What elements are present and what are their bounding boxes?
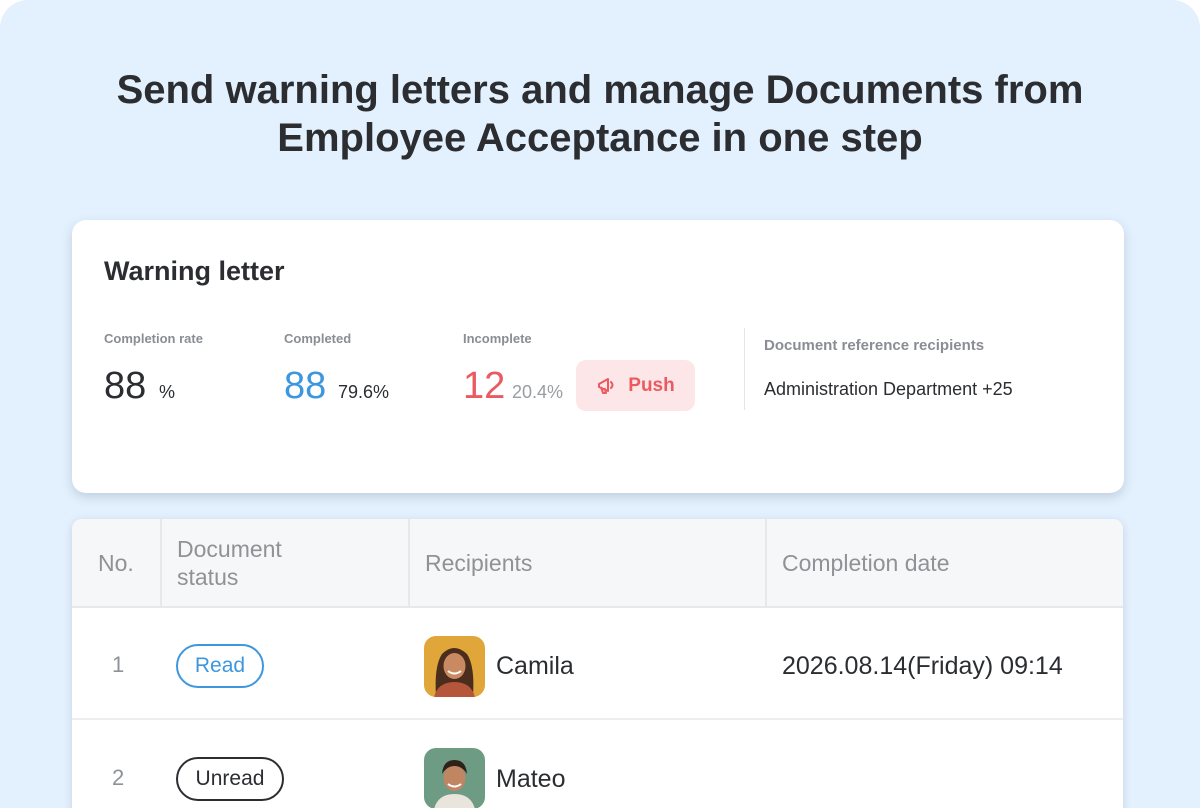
warning-letter-summary-card: Warning letter Completion rate 88 % Comp…	[72, 220, 1124, 493]
completed-percent: 79.6%	[338, 382, 390, 402]
completion-rate-unit: %	[159, 382, 176, 402]
header-recipients[interactable]: Recipients	[425, 519, 532, 606]
completion-rate-label: Completion rate	[104, 331, 203, 346]
push-button-label: Push	[628, 374, 675, 396]
header-status-line-2: status	[177, 563, 239, 590]
recipient-name: Camila	[496, 652, 574, 680]
recipient-name: Mateo	[496, 765, 566, 793]
header-document-status[interactable]: Document status	[177, 519, 282, 606]
incomplete-value: 12	[463, 365, 506, 407]
header-status-line-1: Document	[177, 535, 282, 562]
megaphone-icon	[596, 376, 618, 396]
card-title: Warning letter	[104, 256, 285, 286]
push-button[interactable]: Push	[576, 360, 695, 411]
header-separator	[408, 519, 410, 606]
table-row[interactable]: 2 Unread Mateo	[72, 720, 1123, 808]
status-badge-read: Read	[176, 644, 264, 688]
reference-recipients-label: Document reference recipients	[764, 337, 985, 354]
headline-line-1: Send warning letters and manage Document…	[116, 68, 1084, 112]
completed-value: 88	[284, 365, 327, 407]
header-completion-date[interactable]: Completion date	[782, 519, 950, 606]
row-number: 1	[112, 652, 125, 677]
status-badge-unread: Unread	[176, 757, 284, 801]
completed-label: Completed	[284, 331, 352, 346]
reference-recipients-value[interactable]: Administration Department +25	[764, 379, 1013, 400]
completion-date: 2026.08.14(Friday) 09:14	[782, 652, 1063, 680]
header-separator	[160, 519, 162, 606]
card-divider	[744, 328, 745, 410]
completion-rate-value: 88	[104, 365, 147, 407]
row-number: 2	[112, 765, 125, 790]
header-no: No.	[98, 549, 134, 576]
avatar	[424, 748, 485, 808]
incomplete-percent: 20.4%	[512, 382, 564, 402]
document-status-table: No. Document status Recipients Completio…	[72, 519, 1123, 808]
page-headline: Send warning letters and manage Document…	[0, 66, 1200, 162]
incomplete-label: Incomplete	[463, 331, 532, 346]
table-header: No. Document status Recipients Completio…	[72, 519, 1123, 608]
table-row[interactable]: 1 Read Camila 2026.08.14(Friday) 09:14	[72, 608, 1123, 720]
header-separator	[765, 519, 767, 606]
headline-line-2: Employee Acceptance in one step	[277, 116, 923, 160]
page-background: Send warning letters and manage Document…	[0, 0, 1200, 808]
avatar	[424, 636, 485, 697]
